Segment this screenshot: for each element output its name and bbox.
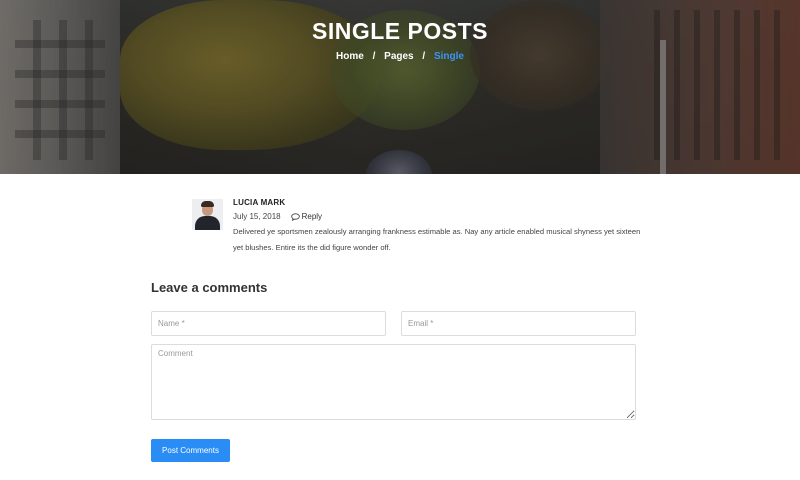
comment-form-title: Leave a comments: [151, 280, 268, 295]
comment-meta: July 15, 2018 Reply: [233, 212, 643, 221]
breadcrumb-current: Single: [433, 51, 464, 62]
breadcrumb: Home / Pages / Single: [0, 51, 800, 62]
breadcrumb-separator: /: [372, 51, 376, 62]
breadcrumb-pages-link[interactable]: Pages: [384, 51, 413, 62]
comment-textarea[interactable]: [151, 344, 636, 420]
avatar: [192, 199, 223, 230]
comment-author: LUCIA MARK: [233, 198, 286, 207]
comment-date: July 15, 2018: [233, 212, 281, 221]
hero-banner: SINGLE POSTS Home / Pages / Single: [0, 0, 800, 174]
comment-text: Delivered ye sportsmen zealously arrangi…: [233, 227, 641, 252]
comment-body: LUCIA MARK July 15, 2018 Reply Delivered…: [233, 198, 643, 256]
name-field[interactable]: [151, 311, 386, 336]
breadcrumb-home-link[interactable]: Home: [336, 51, 364, 62]
speech-bubble-icon: [290, 212, 300, 221]
email-field[interactable]: [401, 311, 636, 336]
reply-label: Reply: [301, 212, 323, 221]
post-comments-button[interactable]: Post Comments: [151, 439, 230, 462]
breadcrumb-separator: /: [422, 51, 426, 62]
page-title: SINGLE POSTS: [312, 18, 488, 44]
reply-link[interactable]: Reply: [290, 212, 323, 221]
